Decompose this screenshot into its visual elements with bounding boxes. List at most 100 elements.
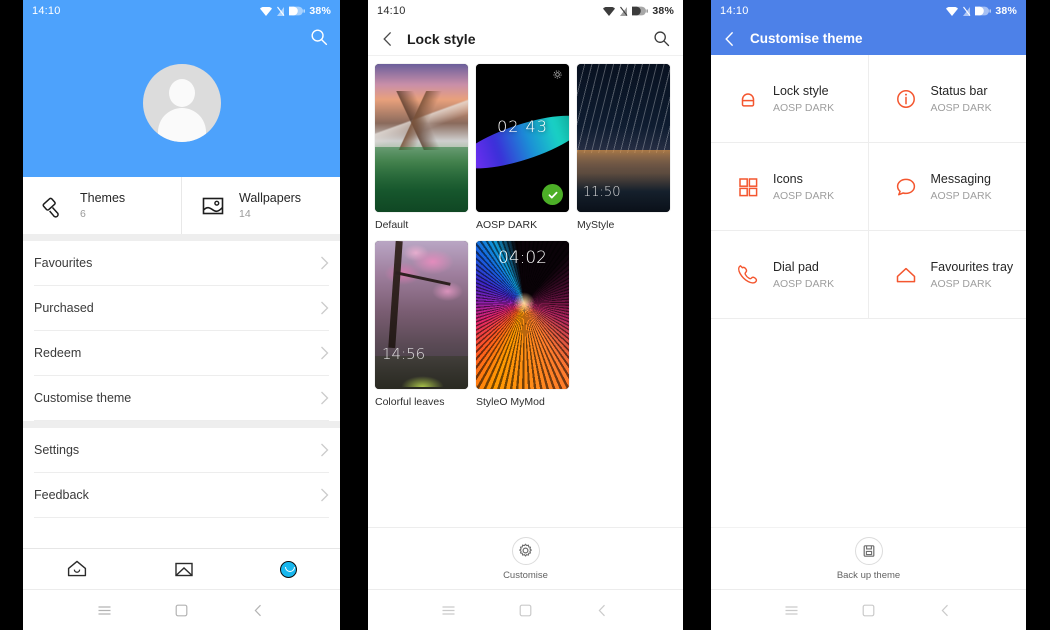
menu-item-label: Purchased	[34, 301, 94, 315]
status-bar-icons: 38%	[946, 5, 1017, 17]
menu-icon[interactable]	[784, 603, 799, 618]
bottom-tab-bar	[23, 548, 340, 589]
lock-style-grid: Default 02 43 AOSP DARK 11:50 MyStyle 14…	[368, 56, 683, 527]
horizon-glow	[577, 149, 670, 174]
lockscreen-clock: 14:56	[382, 345, 426, 363]
back-chevron-icon[interactable]	[595, 603, 610, 618]
customise-item-icons[interactable]: Icons AOSP DARK	[711, 143, 869, 231]
phone-icon	[738, 264, 758, 284]
status-bar: 14:10 38%	[23, 0, 340, 22]
square-icon[interactable]	[861, 603, 876, 618]
customise-item-dial-pad[interactable]: Dial pad AOSP DARK	[711, 231, 869, 319]
page-title: Lock style	[407, 30, 476, 47]
screenshot-stage: 14:10 38% Themes 6 Wallpapers 14 Favouri…	[0, 0, 1050, 630]
avatar-head	[168, 79, 195, 107]
wifi-icon	[260, 6, 273, 16]
menu-item-feedback[interactable]: Feedback	[34, 473, 329, 518]
wallpaper-icon[interactable]	[173, 558, 195, 580]
lock-style-label: Colorful leaves	[375, 396, 445, 408]
customise-item-text: Lock style AOSP DARK	[773, 84, 834, 114]
menu-icon[interactable]	[97, 603, 112, 618]
battery-percent: 38%	[652, 5, 674, 17]
menu-item-favourites[interactable]: Favourites	[34, 241, 329, 286]
backup-icon	[863, 544, 874, 557]
lock-style-item-aosp-dark[interactable]: 02 43 AOSP DARK	[476, 64, 569, 231]
search-icon[interactable]	[310, 28, 328, 46]
startrails-artwork: 11:50	[577, 64, 670, 212]
menu-group-primary: Favourites Purchased Redeem Customise th…	[23, 241, 340, 421]
status-bar-time: 14:10	[720, 5, 749, 17]
house-icon	[896, 267, 915, 282]
lock-icon	[741, 92, 755, 107]
quick-link-themes[interactable]: Themes 6	[23, 177, 181, 234]
menu-item-redeem[interactable]: Redeem	[34, 331, 329, 376]
lock-style-item-mystyle[interactable]: 11:50 MyStyle	[577, 64, 670, 231]
status-bar-icons: 38%	[603, 5, 674, 17]
square-icon[interactable]	[174, 603, 189, 618]
back-chevron-icon[interactable]	[381, 31, 395, 47]
customise-item-messaging[interactable]: Messaging AOSP DARK	[868, 143, 1026, 231]
message-icon	[896, 178, 915, 195]
customise-footer: Customise	[368, 527, 683, 589]
ray-core	[513, 292, 536, 315]
customise-item-title: Status bar	[930, 83, 988, 98]
wifi-icon	[946, 6, 959, 16]
info-icon	[896, 89, 915, 108]
app-bar: Lock style	[368, 22, 683, 56]
quick-link-title: Wallpapers	[239, 191, 302, 205]
chevron-right-icon	[321, 391, 329, 405]
thumbnail: 11:50	[577, 64, 670, 212]
app-bar: Customise theme	[711, 22, 1026, 55]
customise-item-favourites-tray[interactable]: Favourites tray AOSP DARK	[868, 231, 1026, 319]
battery-icon	[289, 6, 306, 16]
back-chevron-icon[interactable]	[723, 31, 737, 47]
customise-item-status-bar[interactable]: Status bar AOSP DARK	[868, 55, 1026, 143]
quick-link-text: Themes 6	[80, 191, 125, 220]
menu-item-settings[interactable]: Settings	[34, 428, 329, 473]
sidebar-item-account[interactable]	[280, 560, 298, 578]
home-icon[interactable]	[66, 558, 88, 580]
gear-icon	[519, 543, 532, 557]
customise-button[interactable]	[511, 536, 540, 565]
backup-theme-button[interactable]	[854, 536, 883, 565]
customise-item-title: Favourites tray	[930, 259, 1014, 274]
customise-item-lock-style[interactable]: Lock style AOSP DARK	[711, 55, 869, 143]
avatar-body	[157, 108, 206, 142]
star-trails	[577, 64, 670, 153]
backup-footer: Back up theme	[711, 527, 1026, 589]
gear-icon	[553, 70, 562, 79]
lock-style-item-styleo-mymod[interactable]: 04:02 StyleO MyMod	[476, 241, 569, 408]
grid-icon	[739, 177, 758, 196]
search-icon[interactable]	[653, 30, 670, 47]
customise-item-title: Icons	[773, 171, 803, 186]
image-icon	[202, 197, 224, 214]
menu-item-purchased[interactable]: Purchased	[34, 286, 329, 331]
lock-style-item-colorful-leaves[interactable]: 14:56 Colorful leaves	[375, 241, 468, 408]
mountain-artwork	[375, 64, 468, 212]
customise-item-text: Messaging AOSP DARK	[931, 172, 992, 202]
signal-off-icon	[620, 6, 628, 16]
back-chevron-icon[interactable]	[251, 603, 266, 618]
status-bar-time: 14:10	[377, 5, 406, 17]
avatar[interactable]	[142, 64, 221, 142]
customise-item-title: Lock style	[773, 83, 829, 98]
back-chevron-icon[interactable]	[938, 603, 953, 618]
battery-icon	[632, 6, 649, 16]
quick-link-wallpapers[interactable]: Wallpapers 14	[181, 177, 340, 234]
lockscreen-clock: 02 43	[497, 117, 548, 137]
quick-link-count: 14	[239, 208, 251, 220]
lock-style-label: AOSP DARK	[476, 219, 538, 231]
chevron-right-icon	[321, 301, 329, 315]
square-icon[interactable]	[518, 603, 533, 618]
android-nav-bar	[23, 589, 340, 630]
menu-item-label: Settings	[34, 443, 80, 457]
menu-item-customise-theme[interactable]: Customise theme	[34, 376, 329, 421]
lock-style-item-default[interactable]: Default	[375, 64, 468, 231]
chevron-right-icon	[321, 256, 329, 270]
rays-artwork: 04:02	[476, 241, 569, 389]
android-nav-bar	[368, 589, 683, 630]
quick-link-count: 6	[80, 208, 86, 220]
thumbnail: 02 43	[476, 64, 569, 212]
status-bar: 14:10 38%	[368, 0, 683, 22]
menu-icon[interactable]	[441, 603, 456, 618]
